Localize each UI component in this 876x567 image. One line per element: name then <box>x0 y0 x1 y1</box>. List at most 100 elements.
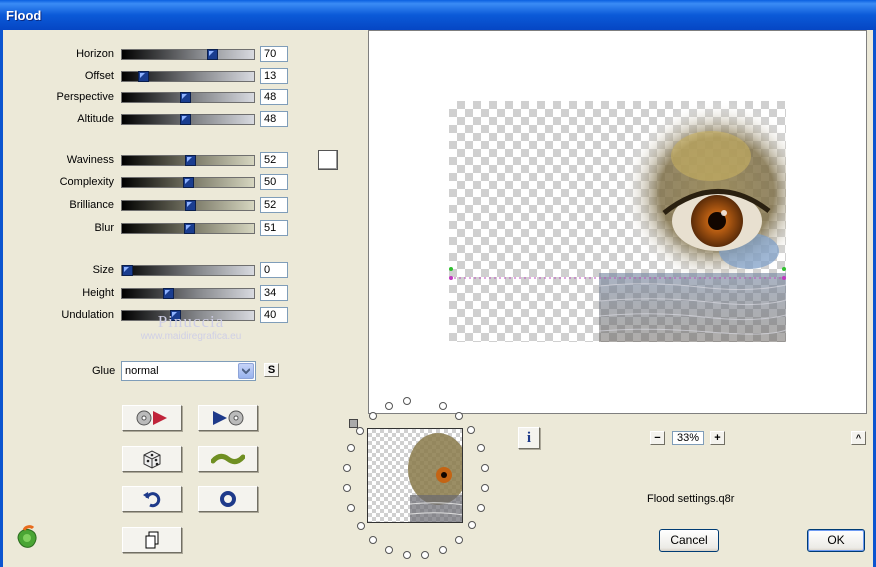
slider-label: Altitude <box>77 113 114 125</box>
window-title: Flood <box>6 8 42 23</box>
navigator-dot[interactable] <box>357 522 365 530</box>
navigator-dot[interactable] <box>455 412 463 420</box>
play-back-icon <box>136 410 167 426</box>
glue-select[interactable]: normal <box>121 361 256 381</box>
navigator-dot[interactable] <box>481 484 489 492</box>
navigator-dot[interactable] <box>421 551 429 559</box>
info-button[interactable]: i <box>518 427 540 449</box>
slider-label: Height <box>82 287 114 299</box>
slider-thumb[interactable] <box>122 265 133 276</box>
perspective-value-field[interactable]: 48 <box>260 89 288 105</box>
navigator-dot[interactable] <box>403 551 411 559</box>
slider-label: Undulation <box>61 309 114 321</box>
slider-label: Size <box>92 264 114 276</box>
height-slider[interactable] <box>121 288 255 299</box>
slider-label: Horizon <box>76 48 114 60</box>
zoom-out-button[interactable]: − <box>650 431 665 445</box>
slider-thumb[interactable] <box>170 310 181 321</box>
horizon-value-field[interactable]: 70 <box>260 46 288 62</box>
blur-value-field[interactable]: 51 <box>260 220 288 236</box>
play-back-button[interactable] <box>122 405 182 431</box>
navigator-dot[interactable] <box>468 521 476 529</box>
copy-button[interactable] <box>122 527 182 553</box>
glue-select-value: normal <box>125 365 159 377</box>
cancel-button[interactable]: Cancel <box>659 529 719 552</box>
title-bar: Flood <box>0 0 876 30</box>
slider-label: Perspective <box>56 91 114 103</box>
zoom-value: 33% <box>672 431 704 445</box>
navigator-dot[interactable] <box>477 444 485 452</box>
slider-label: Blur <box>94 222 114 234</box>
collapse-icon: ^ <box>855 433 862 443</box>
slider-thumb[interactable] <box>163 288 174 299</box>
slider-thumb[interactable] <box>185 200 196 211</box>
preview-pane[interactable] <box>368 30 867 414</box>
slider-thumb[interactable] <box>138 71 149 82</box>
blur-slider[interactable] <box>121 223 255 234</box>
waviness-slider[interactable] <box>121 155 255 166</box>
undo-button[interactable] <box>122 486 182 512</box>
altitude-slider[interactable] <box>121 114 255 125</box>
navigator-dot[interactable] <box>481 464 489 472</box>
slider-thumb[interactable] <box>180 92 191 103</box>
navigator-dot[interactable] <box>347 504 355 512</box>
complexity-value-field[interactable]: 50 <box>260 174 288 190</box>
slider-thumb[interactable] <box>207 49 218 60</box>
logo-icon <box>17 525 37 548</box>
copy-icon <box>145 531 159 549</box>
slider-label: Brilliance <box>69 199 114 211</box>
wave-button[interactable] <box>198 446 258 472</box>
altitude-value-field[interactable]: 48 <box>260 111 288 127</box>
height-value-field[interactable]: 34 <box>260 285 288 301</box>
navigator-dot[interactable] <box>385 546 393 554</box>
navigator-dot[interactable] <box>385 402 393 410</box>
chevron-down-icon[interactable] <box>238 363 254 379</box>
perspective-slider[interactable] <box>121 92 255 103</box>
navigator-handle[interactable] <box>349 419 358 428</box>
collapse-button[interactable]: ^ <box>851 431 866 445</box>
navigator-dot[interactable] <box>439 402 447 410</box>
brilliance-slider[interactable] <box>121 200 255 211</box>
glue-label: Glue <box>92 365 116 377</box>
navigator-dot[interactable] <box>439 546 447 554</box>
slider-thumb[interactable] <box>180 114 191 125</box>
slider-thumb[interactable] <box>185 155 196 166</box>
waviness-value-field[interactable]: 52 <box>260 152 288 168</box>
brilliance-value-field[interactable]: 52 <box>260 197 288 213</box>
play-forward-icon <box>213 410 244 426</box>
settings-filename: Flood settings.q8r <box>647 493 735 505</box>
slider-label: Complexity <box>59 176 114 188</box>
navigator-dot[interactable] <box>467 426 475 434</box>
dice-icon <box>143 450 161 469</box>
navigator-dot[interactable] <box>477 504 485 512</box>
size-slider[interactable] <box>121 265 255 276</box>
navigator-dot[interactable] <box>369 412 377 420</box>
navigator-dot[interactable] <box>455 536 463 544</box>
navigator-dot[interactable] <box>403 397 411 405</box>
navigator-dot[interactable] <box>356 427 364 435</box>
slider-thumb[interactable] <box>183 177 194 188</box>
navigator-dot[interactable] <box>343 484 351 492</box>
slider-label: Waviness <box>66 154 114 166</box>
offset-value-field[interactable]: 13 <box>260 68 288 84</box>
ok-button[interactable]: OK <box>807 529 865 552</box>
navigator-dot[interactable] <box>369 536 377 544</box>
slider-thumb[interactable] <box>184 223 195 234</box>
offset-slider[interactable] <box>121 71 255 82</box>
glue-s-button[interactable]: S <box>264 363 279 377</box>
undulation-value-field[interactable]: 40 <box>260 307 288 323</box>
horizon-slider[interactable] <box>121 49 255 60</box>
color-swatch[interactable] <box>318 150 338 170</box>
navigator-dot[interactable] <box>347 444 355 452</box>
navigator-thumbnail[interactable] <box>367 428 463 523</box>
undulation-slider[interactable] <box>121 310 255 321</box>
complexity-slider[interactable] <box>121 177 255 188</box>
navigator-dot[interactable] <box>343 464 351 472</box>
play-forward-button[interactable] <box>198 405 258 431</box>
slider-label: Offset <box>84 70 114 82</box>
size-value-field[interactable]: 0 <box>260 262 288 278</box>
zoom-in-button[interactable]: + <box>710 431 725 445</box>
reset-button[interactable] <box>198 486 258 512</box>
random-button[interactable] <box>122 446 182 472</box>
wave-icon <box>211 453 245 465</box>
